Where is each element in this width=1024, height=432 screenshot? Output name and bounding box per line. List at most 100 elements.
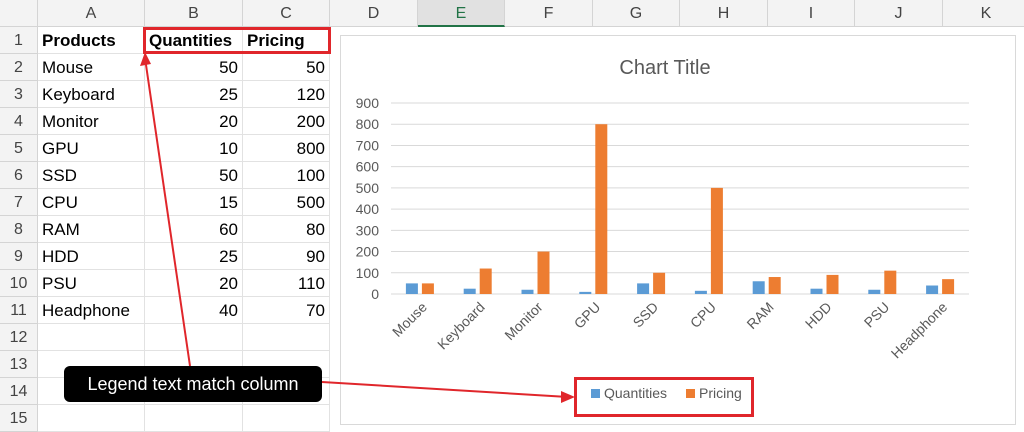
header-products[interactable]: Products: [38, 27, 145, 54]
cell-qty[interactable]: 40: [145, 297, 243, 324]
x-tick-label: GPU: [571, 299, 604, 332]
cell-qty[interactable]: 50: [145, 162, 243, 189]
row-header-4[interactable]: 4: [0, 108, 38, 135]
cell-price[interactable]: 80: [243, 216, 330, 243]
y-tick-label: 700: [356, 137, 380, 153]
cell-price[interactable]: 120: [243, 81, 330, 108]
bar-pricing-monitor: [537, 251, 550, 294]
y-tick-label: 900: [356, 95, 380, 111]
column-header-k[interactable]: K: [943, 0, 1024, 27]
bar-pricing-mouse: [421, 283, 434, 294]
cell-product[interactable]: PSU: [38, 270, 145, 297]
row-header-2[interactable]: 2: [0, 54, 38, 81]
empty-cell[interactable]: [38, 405, 145, 432]
column-header-g[interactable]: G: [593, 0, 680, 27]
select-all-corner[interactable]: [0, 0, 38, 27]
row-header-15[interactable]: 15: [0, 405, 38, 432]
row-header-14[interactable]: 14: [0, 378, 38, 405]
cell-product[interactable]: SSD: [38, 162, 145, 189]
cell-price[interactable]: 200: [243, 108, 330, 135]
cell-qty[interactable]: 10: [145, 135, 243, 162]
bar-pricing-keyboard: [479, 268, 492, 294]
cell-qty[interactable]: 20: [145, 270, 243, 297]
x-tick-label: Monitor: [501, 299, 546, 344]
y-tick-label: 400: [356, 201, 380, 217]
cell-qty[interactable]: 15: [145, 189, 243, 216]
cell-product[interactable]: Headphone: [38, 297, 145, 324]
bar-pricing-hdd: [826, 274, 839, 294]
y-tick-label: 200: [356, 244, 380, 260]
bar-quantities-psu: [868, 289, 881, 294]
bar-quantities-headphone: [926, 285, 939, 294]
bar-pricing-gpu: [595, 124, 608, 294]
cell-product[interactable]: CPU: [38, 189, 145, 216]
cell-price[interactable]: 110: [243, 270, 330, 297]
cell-price[interactable]: 800: [243, 135, 330, 162]
row-header-7[interactable]: 7: [0, 189, 38, 216]
column-header-b[interactable]: B: [145, 0, 243, 27]
bar-quantities-cpu: [694, 290, 707, 294]
bar-pricing-ram: [768, 277, 781, 294]
legend-highlight: [574, 377, 754, 417]
x-tick-label: HDD: [802, 299, 835, 332]
y-tick-label: 0: [371, 286, 379, 302]
bar-quantities-ram: [752, 281, 765, 294]
bar-quantities-mouse: [405, 283, 418, 294]
annotation-callout: Legend text match column: [64, 366, 322, 402]
cell-price[interactable]: 100: [243, 162, 330, 189]
column-header-i[interactable]: I: [768, 0, 855, 27]
bar-pricing-cpu: [710, 187, 723, 294]
cell-qty[interactable]: 20: [145, 108, 243, 135]
column-header-j[interactable]: J: [855, 0, 943, 27]
cell-qty[interactable]: 25: [145, 243, 243, 270]
x-tick-label: PSU: [861, 299, 893, 331]
empty-cell[interactable]: [145, 324, 243, 351]
cell-price[interactable]: 500: [243, 189, 330, 216]
column-header-c[interactable]: C: [243, 0, 330, 27]
empty-cell[interactable]: [38, 324, 145, 351]
y-tick-label: 500: [356, 180, 380, 196]
row-header-11[interactable]: 11: [0, 297, 38, 324]
cell-product[interactable]: HDD: [38, 243, 145, 270]
column-header-d[interactable]: D: [330, 0, 418, 27]
column-header-e[interactable]: E: [418, 0, 505, 27]
chart-title: Chart Title: [619, 57, 710, 79]
y-tick-label: 600: [356, 159, 380, 175]
row-header-5[interactable]: 5: [0, 135, 38, 162]
cell-product[interactable]: Keyboard: [38, 81, 145, 108]
cell-qty[interactable]: 50: [145, 54, 243, 81]
row-header-12[interactable]: 12: [0, 324, 38, 351]
row-header-9[interactable]: 9: [0, 243, 38, 270]
x-tick-label: CPU: [687, 299, 719, 331]
bar-quantities-gpu: [579, 291, 592, 294]
column-header-f[interactable]: F: [505, 0, 593, 27]
row-header-3[interactable]: 3: [0, 81, 38, 108]
cell-price[interactable]: 90: [243, 243, 330, 270]
row-header-1[interactable]: 1: [0, 27, 38, 54]
cell-product[interactable]: GPU: [38, 135, 145, 162]
cell-product[interactable]: RAM: [38, 216, 145, 243]
cell-product[interactable]: Mouse: [38, 54, 145, 81]
column-header-a[interactable]: A: [38, 0, 145, 27]
empty-cell[interactable]: [243, 324, 330, 351]
cell-price[interactable]: 50: [243, 54, 330, 81]
chart-area[interactable]: Chart Title 0 100 200 300 400 500 600 700 800 900 M…: [340, 35, 1016, 425]
bar-quantities-hdd: [810, 288, 823, 294]
row-header-6[interactable]: 6: [0, 162, 38, 189]
row-header-13[interactable]: 13: [0, 351, 38, 378]
row-header-10[interactable]: 10: [0, 270, 38, 297]
cell-qty[interactable]: 60: [145, 216, 243, 243]
empty-cell[interactable]: [145, 405, 243, 432]
row-header-8[interactable]: 8: [0, 216, 38, 243]
x-tick-label: Keyboard: [434, 299, 488, 353]
y-tick-label: 100: [356, 265, 380, 281]
x-tick-label: SSD: [630, 299, 662, 331]
x-tick-label: Headphone: [888, 299, 951, 362]
cell-qty[interactable]: 25: [145, 81, 243, 108]
column-header-h[interactable]: H: [680, 0, 768, 27]
empty-cell[interactable]: [243, 405, 330, 432]
cell-price[interactable]: 70: [243, 297, 330, 324]
bar-pricing-psu: [884, 270, 897, 294]
bar-pricing-headphone: [942, 279, 955, 294]
cell-product[interactable]: Monitor: [38, 108, 145, 135]
